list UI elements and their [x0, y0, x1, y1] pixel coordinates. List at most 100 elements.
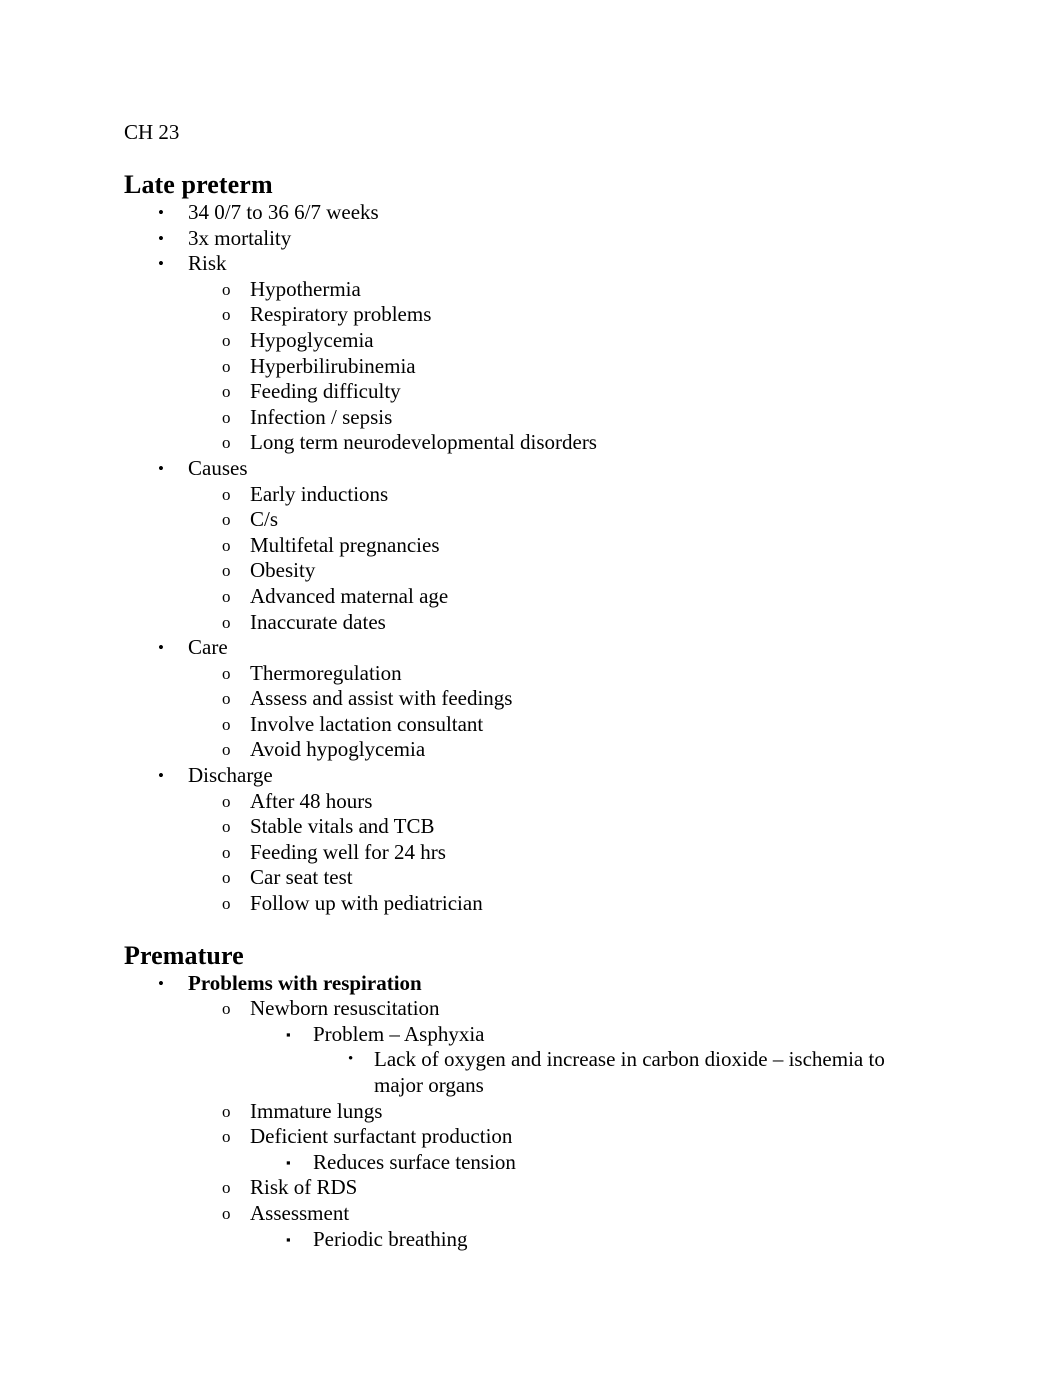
circle-bullet-icon: o — [222, 586, 231, 606]
circle-bullet-icon: o — [222, 1101, 231, 1121]
list-item: o Risk of RDS — [124, 1175, 944, 1201]
list-item: o Follow up with pediatrician — [124, 891, 944, 917]
list-item-text: Problem – Asphyxia — [313, 1021, 485, 1046]
circle-bullet-icon: o — [222, 1127, 231, 1147]
list-item: o Stable vitals and TCB — [124, 814, 944, 840]
list-item: ▪ Reduces surface tension — [124, 1150, 944, 1176]
document-sections: Late preterm • 34 0/7 to 36 6/7 weeks • 3x m… — [124, 170, 944, 1252]
list-item-text: Stable vitals and TCB — [250, 814, 435, 839]
list-item: • Lack of oxygen and increase in carbon d… — [124, 1047, 944, 1098]
list-item-text: Advanced maternal age — [250, 583, 449, 608]
list-item-text: Problems with respiration — [188, 970, 422, 995]
list-item: ▪ Problem – Asphyxia — [124, 1022, 944, 1048]
list-item-text: Respiratory problems — [250, 302, 432, 327]
circle-bullet-icon: o — [222, 868, 231, 888]
list-item: o Assess and assist with feedings — [124, 686, 944, 712]
list-item: o Feeding well for 24 hrs — [124, 840, 944, 866]
list-item: • Problems with respiration — [124, 971, 944, 997]
list-item: • Risk — [124, 251, 944, 277]
list-item: o Advanced maternal age — [124, 584, 944, 610]
circle-bullet-icon: o — [222, 279, 231, 299]
document-page: CH 23 Late preterm • 34 0/7 to 36 6/7 week… — [0, 0, 1062, 1377]
list-item-text: Deficient surfactant production — [250, 1124, 513, 1149]
list-item: o Long term neurodevelopmental disorders — [124, 430, 944, 456]
disc-bullet-icon: • — [348, 1051, 354, 1068]
list-item: o Avoid hypoglycemia — [124, 737, 944, 763]
list-item-text: Multifetal pregnancies — [250, 532, 440, 557]
list-item: • Discharge — [124, 763, 944, 789]
list-item-text: 34 0/7 to 36 6/7 weeks — [188, 200, 379, 224]
circle-bullet-icon: o — [222, 561, 231, 581]
document-body: CH 23 Late preterm • 34 0/7 to 36 6/7 week… — [124, 120, 944, 1252]
list-item-text: Avoid hypoglycemia — [250, 737, 426, 762]
list-item-text: Causes — [188, 455, 248, 480]
list-item-text: Inaccurate dates — [250, 609, 386, 634]
circle-bullet-icon: o — [222, 1178, 231, 1198]
list-item: ▪ Periodic breathing — [124, 1227, 944, 1253]
disc-bullet-icon: • — [158, 638, 164, 658]
circle-bullet-icon: o — [222, 330, 231, 350]
disc-bullet-icon: • — [158, 203, 164, 222]
section-heading: Late preterm — [124, 170, 273, 199]
circle-bullet-icon: o — [222, 714, 231, 734]
circle-bullet-icon: o — [222, 356, 231, 376]
list-item: o Thermoregulation — [124, 661, 944, 687]
list-item-text: Thermoregulation — [250, 660, 402, 685]
list-item: o Inaccurate dates — [124, 610, 944, 636]
circle-bullet-icon: o — [222, 305, 231, 325]
list-item-text: Lack of oxygen and increase in carbon di… — [374, 1047, 885, 1097]
list-item-text: Infection / sepsis — [250, 404, 393, 429]
list-item: o Involve lactation consultant — [124, 712, 944, 738]
circle-bullet-icon: o — [222, 382, 231, 402]
disc-bullet-icon: • — [158, 458, 164, 478]
list-item-text: Hyperbilirubinemia — [250, 353, 416, 378]
list-item-text: Long term neurodevelopmental disorders — [250, 430, 597, 455]
list-item-text: Involve lactation consultant — [250, 711, 484, 736]
list-item-text: Periodic breathing — [313, 1226, 468, 1251]
list-item: o Infection / sepsis — [124, 405, 944, 431]
list-item-text: Feeding well for 24 hrs — [250, 839, 446, 864]
list-item-text: Risk of RDS — [250, 1175, 358, 1200]
list-item: o Multifetal pregnancies — [124, 533, 944, 559]
circle-bullet-icon: o — [222, 510, 231, 530]
list-item-text: Car seat test — [250, 865, 353, 890]
circle-bullet-icon: o — [222, 894, 231, 914]
list-item-text: Feeding difficulty — [250, 379, 401, 404]
disc-bullet-icon: • — [158, 766, 164, 786]
circle-bullet-icon: o — [222, 663, 231, 683]
circle-bullet-icon: o — [222, 433, 231, 453]
circle-bullet-icon: o — [222, 535, 231, 555]
list-item: o Car seat test — [124, 865, 944, 891]
circle-bullet-icon: o — [222, 740, 231, 760]
list-item: o Hyperbilirubinemia — [124, 354, 944, 380]
list-item-text: Newborn resuscitation — [250, 996, 440, 1021]
list-item-text: Reduces surface tension — [313, 1149, 516, 1174]
circle-bullet-icon: o — [222, 817, 231, 837]
square-bullet-icon: ▪ — [286, 1154, 291, 1170]
list-item-text: Early inductions — [250, 481, 389, 506]
list-item: o Newborn resuscitation — [124, 996, 944, 1022]
list-item-text: Risk — [188, 251, 227, 276]
list-item-text: Assess and assist with feedings — [250, 686, 513, 711]
list-item: • Causes — [124, 456, 944, 482]
list-item-text: C/s — [250, 507, 279, 532]
list-item: o After 48 hours — [124, 789, 944, 815]
list-item-text: After 48 hours — [250, 788, 373, 813]
list-item: o Respiratory problems — [124, 302, 944, 328]
list-item-text: Hypoglycemia — [250, 327, 374, 352]
list-item: o C/s — [124, 507, 944, 533]
list-item-text: Discharge — [188, 763, 273, 788]
list-item-text: Care — [188, 635, 228, 660]
list-item-text: Obesity — [250, 558, 316, 583]
list-item: o Deficient surfactant production — [124, 1124, 944, 1150]
list-item: o Hypoglycemia — [124, 328, 944, 354]
list-item: o Immature lungs — [124, 1099, 944, 1125]
list-item: o Hypothermia — [124, 277, 944, 303]
list-item-text: Assessment — [250, 1200, 350, 1225]
disc-bullet-icon: • — [158, 228, 164, 248]
square-bullet-icon: ▪ — [286, 1026, 291, 1042]
square-bullet-icon: ▪ — [286, 1231, 291, 1247]
circle-bullet-icon: o — [222, 791, 231, 811]
